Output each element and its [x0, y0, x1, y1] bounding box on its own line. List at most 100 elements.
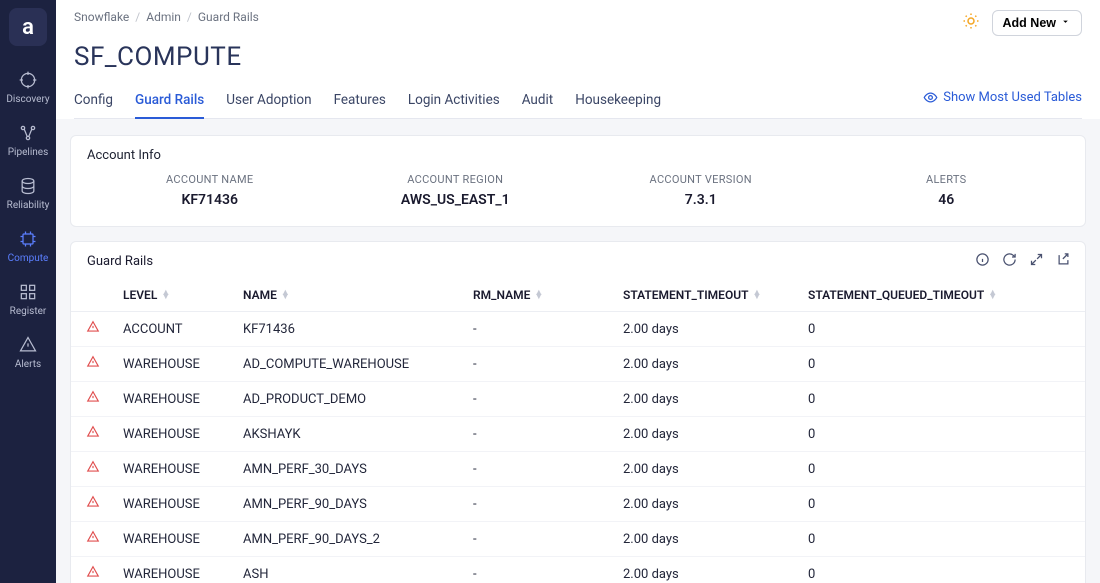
cell-name: AD_PRODUCT_DEMO — [235, 382, 465, 417]
cell-rm-name: - — [465, 487, 615, 522]
account-info-item: ALERTS46 — [824, 173, 1070, 208]
breadcrumb-item[interactable]: Snowflake — [74, 10, 129, 24]
sort-icon: ▲▼ — [753, 291, 762, 300]
cell-statement-queued-timeout: 0 — [800, 312, 1085, 347]
cell-statement-queued-timeout: 0 — [800, 347, 1085, 382]
cell-name: AD_COMPUTE_WAREHOUSE — [235, 347, 465, 382]
chevron-down-icon — [1060, 16, 1071, 30]
sidebar-item-label: Compute — [8, 253, 49, 264]
cell-statement-timeout: 2.00 days — [615, 347, 800, 382]
breadcrumb-item[interactable]: Admin — [146, 10, 181, 24]
sidebar-item-label: Register — [10, 306, 47, 317]
content: Account Info ACCOUNT NAMEKF71436ACCOUNT … — [56, 119, 1100, 583]
tab-housekeeping[interactable]: Housekeeping — [575, 86, 661, 118]
sort-icon: ▲▼ — [988, 291, 997, 300]
cell-name: ASH — [235, 557, 465, 583]
table-row[interactable]: ACCOUNTKF71436-2.00 days0 — [71, 312, 1085, 347]
cell-statement-queued-timeout: 0 — [800, 487, 1085, 522]
sidebar-item-register[interactable]: Register — [0, 272, 56, 325]
sidebar-item-label: Reliability — [7, 200, 50, 211]
guard-rails-title: Guard Rails — [87, 254, 153, 269]
account-info-item: ACCOUNT NAME KF71436 — [87, 173, 333, 208]
cell-level: WAREHOUSE — [115, 417, 235, 452]
page-title: SF_COMPUTE — [74, 42, 1082, 72]
warning-icon — [86, 428, 100, 443]
tab-audit[interactable]: Audit — [522, 86, 554, 118]
cell-level: WAREHOUSE — [115, 557, 235, 583]
discovery-icon — [18, 70, 38, 90]
table-row[interactable]: WAREHOUSEAD_COMPUTE_WAREHOUSE-2.00 days0 — [71, 347, 1085, 382]
account-info-card: Account Info ACCOUNT NAME KF71436ACCOUNT … — [70, 135, 1086, 227]
cell-level: WAREHOUSE — [115, 347, 235, 382]
cell-rm-name: - — [465, 347, 615, 382]
sidebar: a Discovery Pipelines Reliability Compute Re… — [0, 0, 56, 583]
cell-statement-timeout: 2.00 days — [615, 382, 800, 417]
cell-rm-name: - — [465, 522, 615, 557]
export-icon[interactable] — [1056, 252, 1071, 271]
refresh-icon[interactable] — [1002, 252, 1017, 271]
cell-statement-queued-timeout: 0 — [800, 522, 1085, 557]
show-most-used-tables-link[interactable]: Show Most Used Tables — [923, 90, 1082, 115]
info-icon[interactable] — [975, 252, 990, 271]
breadcrumb-item[interactable]: Guard Rails — [198, 10, 259, 24]
tabs: Config Guard Rails User Adoption Features Lo… — [74, 86, 1082, 119]
alerts-icon — [18, 335, 38, 355]
table-row[interactable]: WAREHOUSEAMN_PERF_90_DAYS-2.00 days0 — [71, 487, 1085, 522]
cell-name: KF71436 — [235, 312, 465, 347]
info-value: AWS_US_EAST_1 — [333, 192, 579, 208]
table-row[interactable]: WAREHOUSEASH-2.00 days0 — [71, 557, 1085, 583]
sidebar-item-label: Alerts — [15, 359, 41, 370]
cell-statement-timeout: 2.00 days — [615, 487, 800, 522]
info-label: ACCOUNT NAME — [87, 173, 333, 186]
info-label: ALERTS — [824, 173, 1070, 186]
cell-statement-timeout: 2.00 days — [615, 452, 800, 487]
cell-rm-name: - — [465, 312, 615, 347]
sidebar-item-discovery[interactable]: Discovery — [0, 60, 56, 113]
app-logo[interactable]: a — [9, 8, 47, 46]
tab-guard-rails[interactable]: Guard Rails — [135, 86, 204, 118]
info-value: KF71436 — [87, 192, 333, 208]
column-header-name[interactable]: NAME▲▼ — [235, 279, 465, 312]
cell-statement-timeout: 2.00 days — [615, 557, 800, 583]
column-header-level[interactable]: LEVEL▲▼ — [115, 279, 235, 312]
sort-icon: ▲▼ — [161, 291, 170, 300]
add-new-button[interactable]: Add New — [992, 10, 1082, 36]
guard-rails-card: Guard Rails LEVEL▲▼NAME▲▼RM_NAME▲▼STATEM… — [70, 241, 1086, 583]
cell-name: AMN_PERF_90_DAYS — [235, 487, 465, 522]
cell-level: WAREHOUSE — [115, 522, 235, 557]
cell-statement-timeout: 2.00 days — [615, 312, 800, 347]
sidebar-item-pipelines[interactable]: Pipelines — [0, 113, 56, 166]
cell-rm-name: - — [465, 557, 615, 583]
account-info-title: Account Info — [71, 136, 1085, 167]
column-header-statement_queued_timeout[interactable]: STATEMENT_QUEUED_TIMEOUT▲▼ — [800, 279, 1085, 312]
eye-icon — [923, 90, 938, 105]
tab-features[interactable]: Features — [334, 86, 386, 118]
account-info-item: ACCOUNT REGION AWS_US_EAST_1 — [333, 173, 579, 208]
cell-statement-queued-timeout: 0 — [800, 452, 1085, 487]
expand-icon[interactable] — [1029, 252, 1044, 271]
reliability-icon — [18, 176, 38, 196]
warning-icon — [86, 498, 100, 513]
compute-icon — [18, 229, 38, 249]
sidebar-item-label: Discovery — [6, 94, 49, 105]
tab-login-activities[interactable]: Login Activities — [408, 86, 500, 118]
table-row[interactable]: WAREHOUSEAMN_PERF_30_DAYS-2.00 days0 — [71, 452, 1085, 487]
table-row[interactable]: WAREHOUSEAKSHAYK-2.00 days0 — [71, 417, 1085, 452]
tab-config[interactable]: Config — [74, 86, 113, 118]
add-new-label: Add New — [1003, 16, 1056, 30]
register-icon — [18, 282, 38, 302]
sidebar-item-compute[interactable]: Compute — [0, 219, 56, 272]
table-row[interactable]: WAREHOUSEAMN_PERF_90_DAYS_2-2.00 days0 — [71, 522, 1085, 557]
column-header-statement_timeout[interactable]: STATEMENT_TIMEOUT▲▼ — [615, 279, 800, 312]
table-row[interactable]: WAREHOUSEAD_PRODUCT_DEMO-2.00 days0 — [71, 382, 1085, 417]
cell-level: WAREHOUSE — [115, 452, 235, 487]
sidebar-item-alerts[interactable]: Alerts — [0, 325, 56, 378]
sidebar-item-reliability[interactable]: Reliability — [0, 166, 56, 219]
pipelines-icon — [18, 123, 38, 143]
cell-statement-queued-timeout: 0 — [800, 557, 1085, 583]
column-header-rm_name[interactable]: RM_NAME▲▼ — [465, 279, 615, 312]
tab-user-adoption[interactable]: User Adoption — [226, 86, 311, 118]
info-label: ACCOUNT REGION — [333, 173, 579, 186]
theme-toggle-icon[interactable] — [962, 12, 980, 34]
sidebar-item-label: Pipelines — [8, 147, 49, 158]
